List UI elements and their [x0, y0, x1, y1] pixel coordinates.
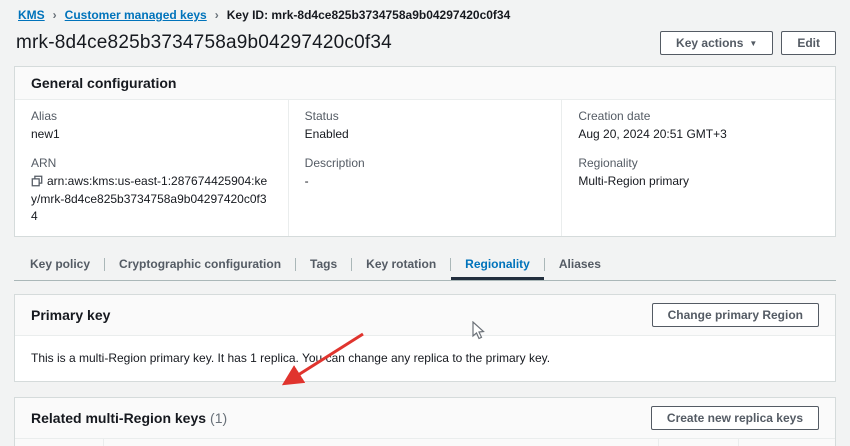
tab-tags[interactable]: Tags — [296, 249, 351, 280]
general-configuration-header: General configuration — [15, 67, 835, 100]
breadcrumb-link-kms[interactable]: KMS — [18, 8, 45, 22]
tab-key-policy[interactable]: Key policy — [16, 249, 104, 280]
page-title: mrk-8d4ce825b3734758a9b04297420c0f34 — [16, 32, 392, 53]
page-header-actions: Key actions ▼ Edit — [660, 31, 836, 55]
status-label: Status — [304, 109, 339, 123]
creation-date-field: Creation date Aug 20, 2024 20:51 GMT+3 — [578, 109, 819, 143]
kms-key-detail-page: KMS › Customer managed keys › Key ID: mr… — [0, 0, 850, 446]
key-actions-label: Key actions — [676, 36, 744, 50]
breadcrumb-link-customer-managed-keys[interactable]: Customer managed keys — [65, 8, 207, 22]
status-value: Enabled — [304, 127, 349, 141]
related-keys-title-text: Related multi-Region keys — [31, 409, 207, 426]
arn-value: arn:aws:kms:us-east-1:287674425904:key/m… — [31, 173, 272, 225]
tab-cryptographic-configuration[interactable]: Cryptographic configuration — [105, 249, 295, 280]
description-field: Description - — [305, 156, 546, 190]
tab-regionality[interactable]: Regionality — [451, 249, 544, 280]
alias-label: Alias — [31, 109, 58, 123]
arn-field: ARN arn:aws:kms:us-east-1:287674425904:k… — [31, 156, 272, 225]
alias-value: new1 — [31, 127, 60, 141]
general-configuration-column-1: Alias new1 ARN arn:aws:kms:us-east-1:287… — [15, 100, 288, 236]
regionality-label: Regionality — [578, 156, 638, 171]
primary-key-panel: Primary key Change primary Region This i… — [14, 293, 836, 382]
column-header-regionality: Regionality — [737, 438, 835, 446]
regionality-value: Multi-Region primary — [578, 174, 690, 189]
related-keys-count: (1) — [210, 409, 228, 426]
breadcrumb-current: Key ID: mrk-8d4ce825b3734758a9b04297420c… — [226, 8, 511, 22]
arn-text: arn:aws:kms:us-east-1:287674425904:key/m… — [31, 174, 268, 224]
primary-key-description: This is a multi-Region primary key. It h… — [31, 350, 551, 365]
description-value: - — [304, 174, 309, 189]
status-field: Status Enabled — [305, 109, 546, 143]
column-header-region: Region — [15, 438, 103, 446]
general-configuration-body: Alias new1 ARN arn:aws:kms:us-east-1:287… — [15, 100, 835, 236]
general-configuration-column-2: Status Enabled Description - — [287, 100, 562, 236]
column-header-key-arn: Key ARN — [102, 438, 658, 446]
caret-down-icon: ▼ — [749, 39, 758, 48]
replica-keys-table: Region Key ARN Status Regionality us-eas… — [15, 438, 835, 446]
column-header-status: Status — [657, 438, 738, 446]
related-keys-header: Related multi-Region keys (1) Create new … — [15, 397, 835, 439]
edit-button[interactable]: Edit — [781, 31, 836, 55]
page-header: mrk-8d4ce825b3734758a9b04297420c0f34 Key… — [14, 31, 836, 55]
related-multi-region-keys-panel: Related multi-Region keys (1) Create new … — [14, 396, 836, 446]
related-keys-title: Related multi-Region keys (1) — [31, 410, 227, 426]
general-configuration-panel: General configuration Alias new1 ARN arn… — [14, 66, 836, 237]
change-primary-region-button[interactable]: Change primary Region — [651, 302, 819, 327]
creation-date-label: Creation date — [578, 109, 651, 123]
general-configuration-title: General configuration — [31, 75, 177, 91]
table-header-row: Region Key ARN Status Regionality — [15, 438, 835, 446]
copy-icon[interactable] — [31, 175, 43, 187]
primary-key-title: Primary key — [31, 306, 111, 323]
breadcrumb-separator-icon: › — [52, 8, 57, 22]
alias-field: Alias new1 — [31, 109, 272, 143]
regionality-field: Regionality Multi-Region primary — [578, 156, 819, 190]
creation-date-value: Aug 20, 2024 20:51 GMT+3 — [578, 127, 727, 141]
description-label: Description — [304, 156, 365, 171]
general-configuration-column-3: Creation date Aug 20, 2024 20:51 GMT+3 R… — [561, 100, 835, 236]
breadcrumb-separator-icon: › — [214, 8, 219, 22]
tab-aliases[interactable]: Aliases — [545, 249, 615, 280]
arn-label: ARN — [31, 156, 57, 171]
breadcrumb: KMS › Customer managed keys › Key ID: mr… — [14, 8, 836, 22]
create-new-replica-keys-button[interactable]: Create new replica keys — [650, 405, 819, 430]
tab-key-rotation[interactable]: Key rotation — [352, 249, 450, 280]
key-detail-tabs: Key policy Cryptographic configuration T… — [14, 249, 836, 281]
primary-key-header: Primary key Change primary Region — [15, 294, 835, 336]
key-actions-button[interactable]: Key actions ▼ — [660, 31, 774, 55]
